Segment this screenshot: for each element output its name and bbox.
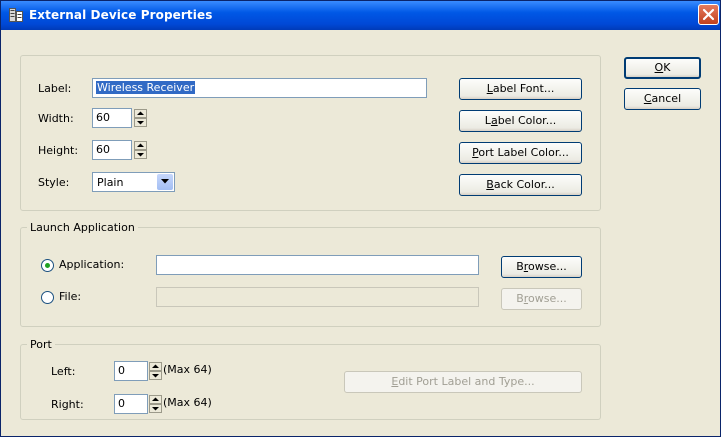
browse-application-button[interactable]: Browse... xyxy=(501,256,582,278)
height-field[interactable]: 60 xyxy=(92,140,132,160)
left-port-max: (Max 64) xyxy=(163,363,212,376)
spin-down-icon[interactable] xyxy=(134,118,147,127)
file-caption: File: xyxy=(59,290,82,303)
label-font-button[interactable]: Label Font... xyxy=(459,78,582,100)
spin-down-icon[interactable] xyxy=(134,150,147,159)
edit-port-label-button: Edit Port Label and Type... xyxy=(344,371,582,393)
title-bar[interactable]: External Device Properties xyxy=(1,1,720,30)
chevron-down-icon[interactable] xyxy=(157,174,173,190)
cancel-button[interactable]: Cancel xyxy=(624,88,701,110)
label-field[interactable]: Wireless Receiver xyxy=(92,78,427,98)
spin-up-icon[interactable] xyxy=(149,362,162,371)
external-device-properties-dialog: External Device Properties Label: Wirele… xyxy=(0,0,721,437)
browse-file-button: Browse... xyxy=(501,288,582,310)
label-field-value: Wireless Receiver xyxy=(96,81,196,94)
right-port-spinner[interactable] xyxy=(149,395,162,413)
close-icon xyxy=(702,8,715,21)
port-title: Port xyxy=(27,338,55,351)
launch-application-title: Launch Application xyxy=(27,221,138,234)
left-port-caption: Left: xyxy=(51,365,76,378)
height-caption: Height: xyxy=(38,144,79,157)
style-select-value: Plain xyxy=(97,176,124,189)
spin-up-icon[interactable] xyxy=(134,109,147,118)
device-properties-icon xyxy=(9,8,23,22)
height-field-value: 60 xyxy=(96,143,110,156)
file-path-field xyxy=(156,287,479,307)
left-port-field[interactable]: 0 xyxy=(114,361,148,381)
spin-down-icon[interactable] xyxy=(149,404,162,413)
left-port-spinner[interactable] xyxy=(149,362,162,380)
spin-up-icon[interactable] xyxy=(149,395,162,404)
style-caption: Style: xyxy=(38,176,70,189)
right-port-max: (Max 64) xyxy=(163,396,212,409)
ok-button[interactable]: OK xyxy=(624,57,701,79)
application-path-field[interactable] xyxy=(156,255,479,275)
style-select[interactable]: Plain xyxy=(92,172,175,192)
port-label-color-button[interactable]: Port Label Color... xyxy=(459,142,582,164)
spin-up-icon[interactable] xyxy=(134,141,147,150)
width-caption: Width: xyxy=(38,112,74,125)
width-field[interactable]: 60 xyxy=(92,108,132,128)
right-port-field[interactable]: 0 xyxy=(114,394,148,414)
width-spinner[interactable] xyxy=(134,109,147,127)
file-radio[interactable] xyxy=(41,291,54,304)
width-field-value: 60 xyxy=(96,111,110,124)
right-port-caption: Right: xyxy=(51,398,84,411)
label-color-button[interactable]: Label Color... xyxy=(459,110,582,132)
application-caption: Application: xyxy=(59,258,125,271)
label-caption: Label: xyxy=(38,82,72,95)
window-title: External Device Properties xyxy=(29,8,213,22)
back-color-button[interactable]: Back Color... xyxy=(459,174,582,196)
spin-down-icon[interactable] xyxy=(149,371,162,380)
application-radio[interactable] xyxy=(41,259,54,272)
height-spinner[interactable] xyxy=(134,141,147,159)
close-button[interactable] xyxy=(698,4,719,25)
